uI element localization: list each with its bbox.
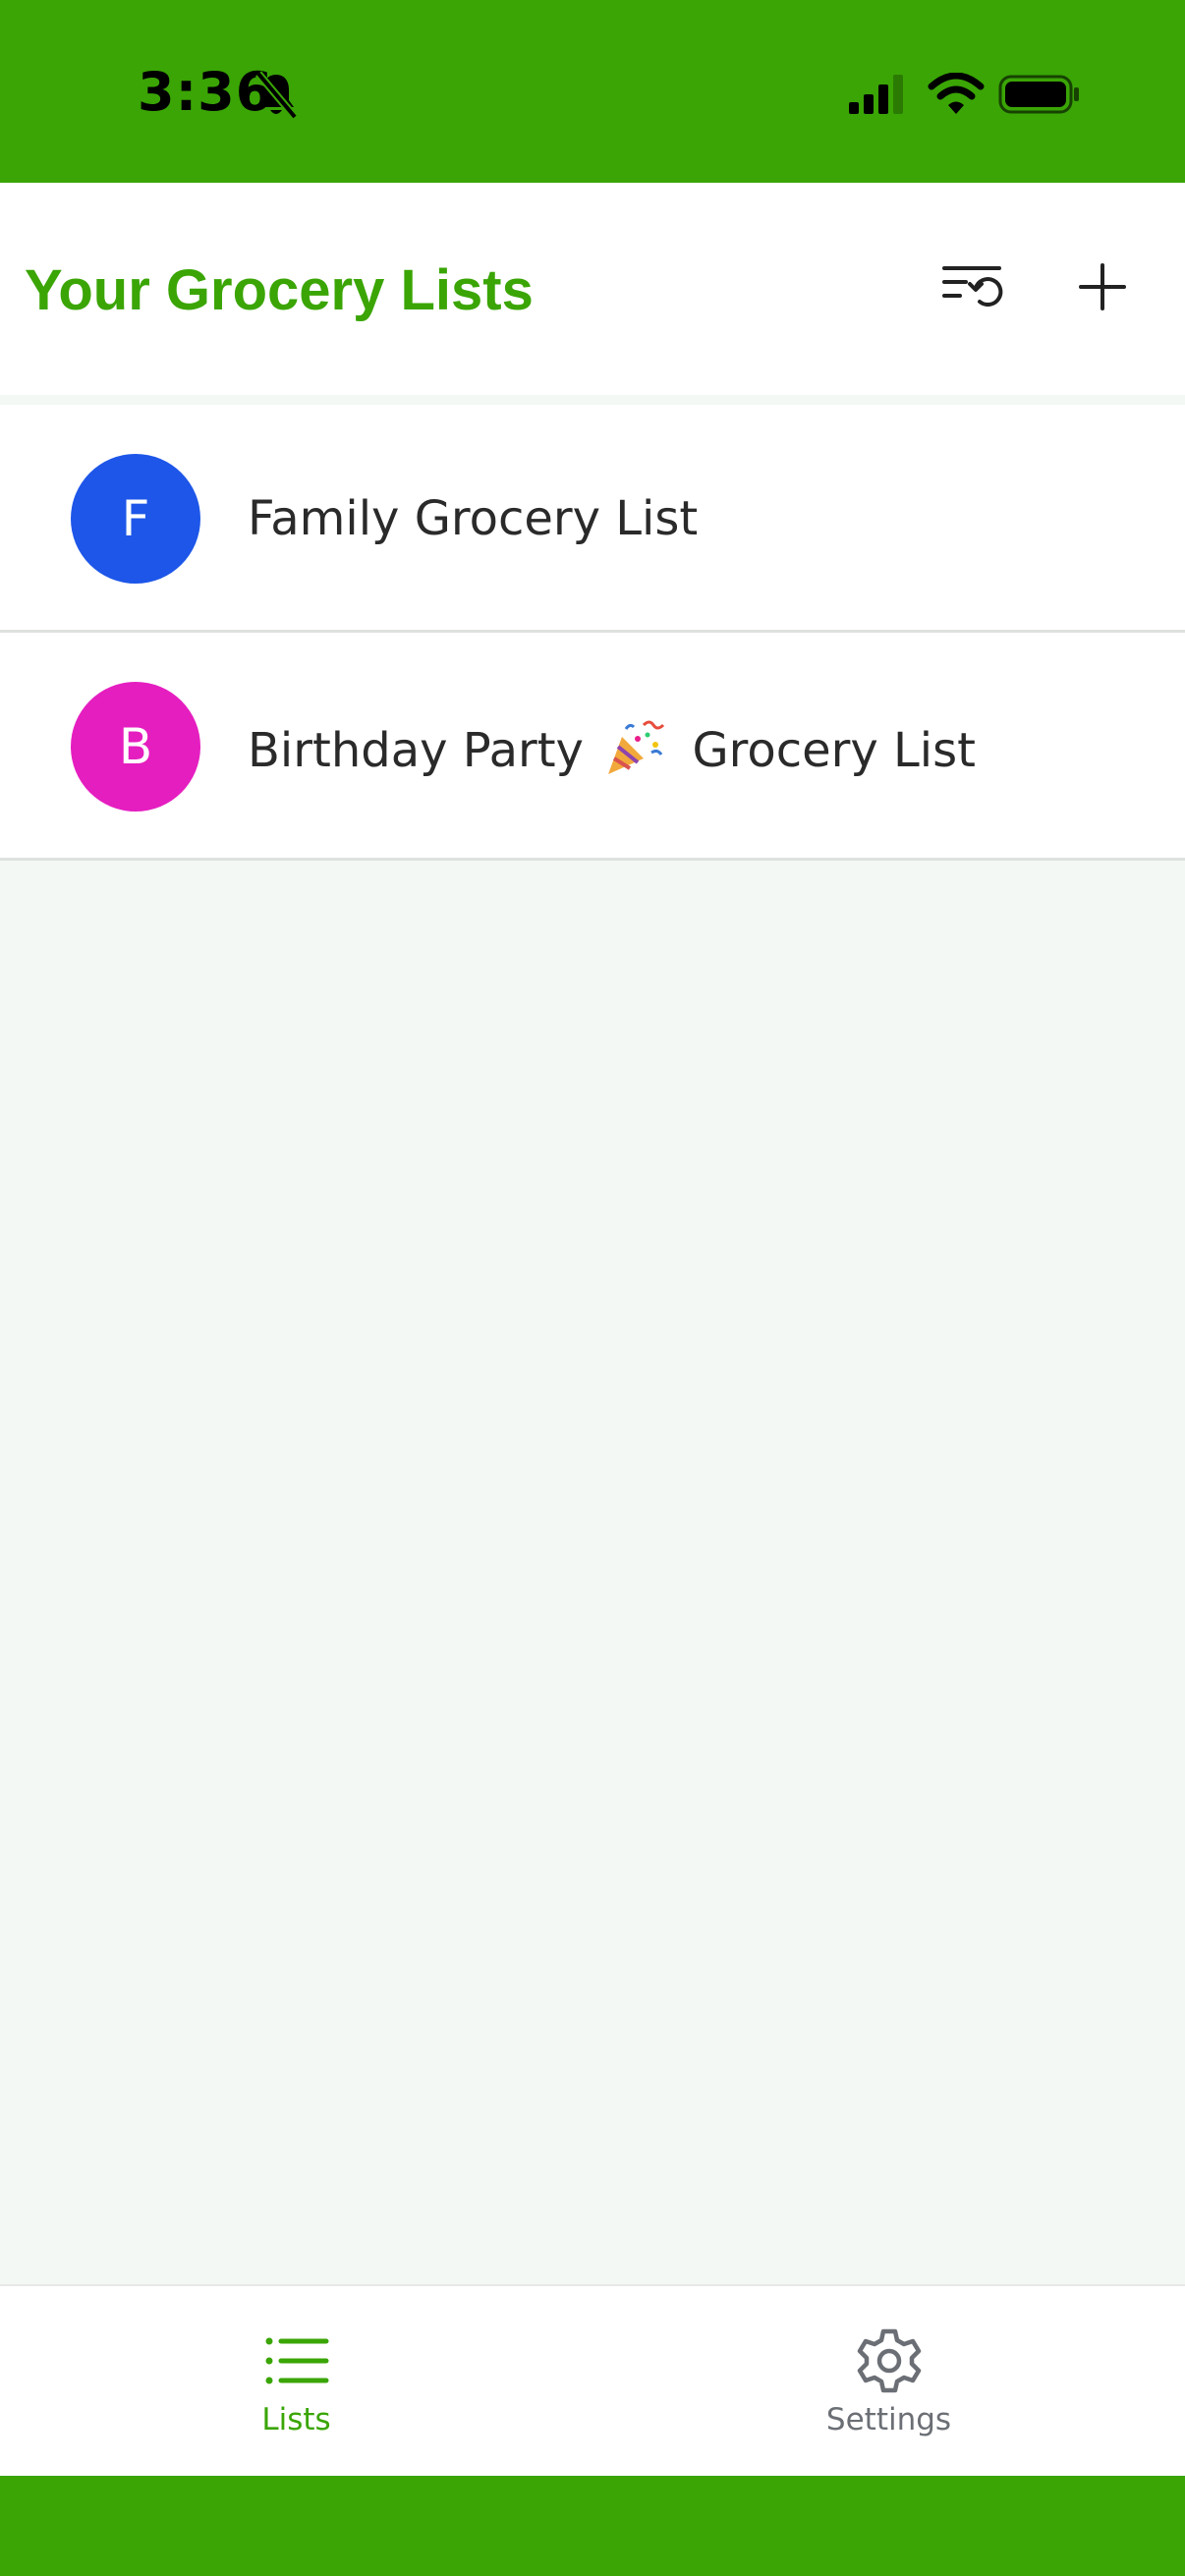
avatar: F bbox=[71, 454, 200, 584]
cellular-signal-icon bbox=[849, 75, 903, 114]
header: Your Grocery Lists bbox=[0, 183, 1185, 395]
list-icon bbox=[265, 2337, 329, 2384]
page-title: Your Grocery Lists bbox=[25, 258, 534, 322]
party-popper-icon bbox=[608, 720, 665, 774]
list-item-family[interactable]: F Family Grocery List bbox=[0, 405, 1185, 633]
tab-label: Settings bbox=[825, 2402, 952, 2437]
list-name-part: Grocery List bbox=[692, 723, 976, 778]
avatar-initial: B bbox=[118, 718, 153, 775]
restore-list-icon bbox=[942, 266, 1003, 308]
bottom-bar bbox=[0, 2476, 1185, 2576]
list-name-part: Birthday Party bbox=[248, 723, 584, 778]
bell-slash-icon bbox=[254, 71, 299, 120]
list-item-birthday-party[interactable]: B Birthday Party Grocery List bbox=[0, 633, 1185, 861]
list-item-label: Birthday Party Grocery List bbox=[248, 719, 976, 778]
avatar-initial: F bbox=[121, 490, 150, 547]
list-name: Family Grocery List bbox=[248, 491, 699, 546]
tab-lists[interactable]: Lists bbox=[0, 2286, 592, 2478]
battery-icon bbox=[998, 75, 1079, 114]
restore-list-button[interactable] bbox=[924, 238, 1022, 336]
add-list-button[interactable] bbox=[1053, 238, 1152, 336]
gear-icon bbox=[857, 2328, 922, 2393]
plus-icon bbox=[1079, 263, 1126, 310]
tab-bar: Lists Settings bbox=[0, 2284, 1185, 2478]
list-item-label: Family Grocery List bbox=[248, 491, 698, 546]
status-bar: 3:36 bbox=[0, 0, 1185, 183]
wifi-icon bbox=[928, 73, 985, 114]
avatar: B bbox=[71, 682, 200, 812]
tab-settings[interactable]: Settings bbox=[592, 2286, 1185, 2478]
tab-label: Lists bbox=[261, 2402, 331, 2437]
grocery-list: F Family Grocery List B Birthday Party G… bbox=[0, 405, 1185, 861]
